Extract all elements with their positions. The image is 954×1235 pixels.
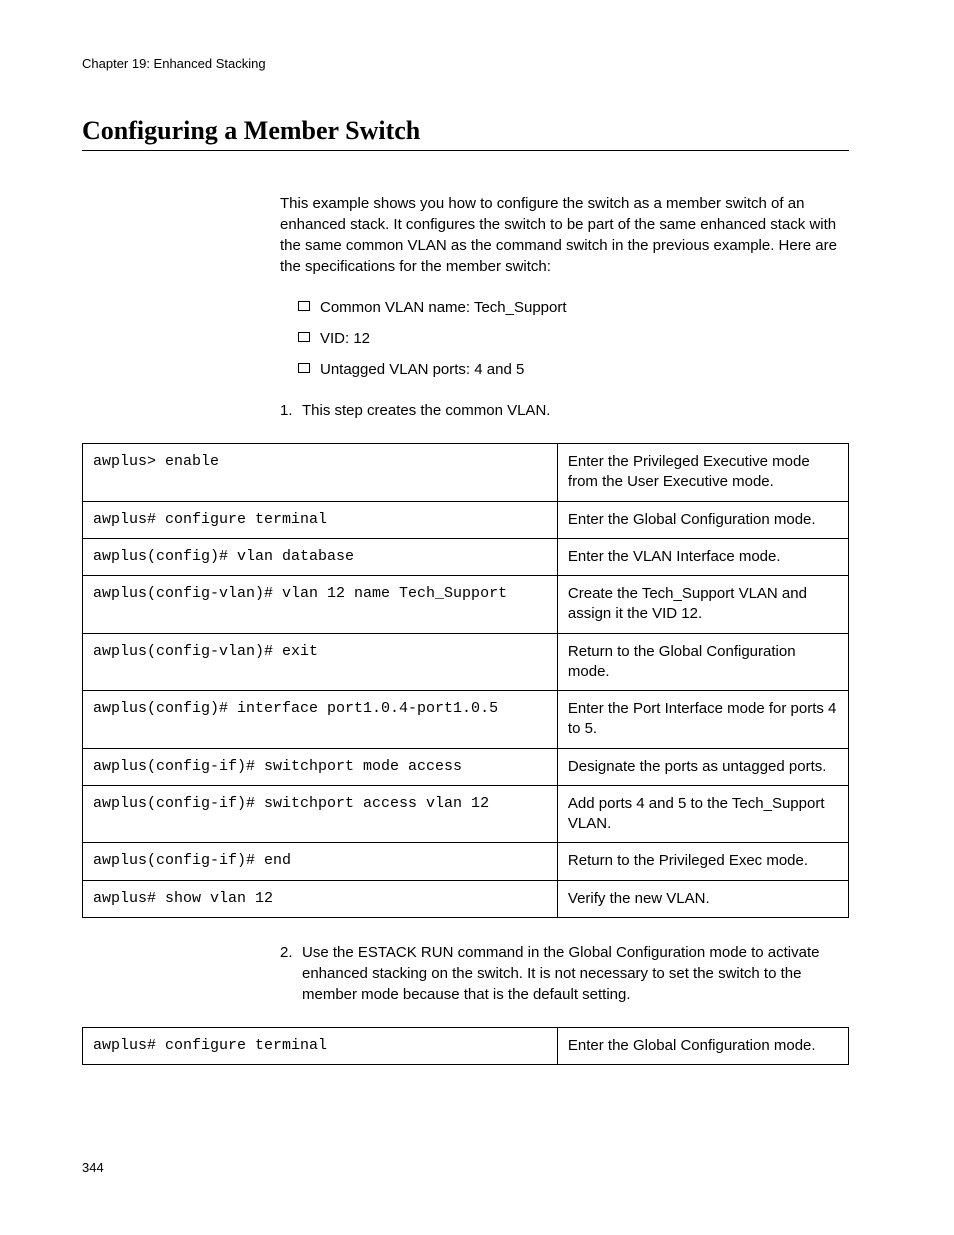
command-cell: awplus# show vlan 12 <box>83 880 558 917</box>
command-table-2: awplus# configure terminal Enter the Glo… <box>82 1027 849 1065</box>
step-1: 1. This step creates the common VLAN. <box>280 400 849 421</box>
intro-block: This example shows you how to configure … <box>280 193 849 421</box>
step-list: 2. Use the ESTACK RUN command in the Glo… <box>280 942 849 1005</box>
description-cell: Enter the Global Configuration mode. <box>557 1027 848 1064</box>
table-row: awplus(config-if)# switchport mode acces… <box>83 748 849 785</box>
table-row: awplus# configure terminal Enter the Glo… <box>83 501 849 538</box>
table-row: awplus(config)# vlan database Enter the … <box>83 538 849 575</box>
spec-item: Common VLAN name: Tech_Support <box>298 297 849 318</box>
step-text: This step creates the common VLAN. <box>302 402 550 419</box>
spec-item: Untagged VLAN ports: 4 and 5 <box>298 359 849 380</box>
description-cell: Verify the new VLAN. <box>557 880 848 917</box>
page-number: 344 <box>82 1160 104 1175</box>
step-number: 1. <box>280 400 293 421</box>
command-cell: awplus(config-vlan)# exit <box>83 633 558 691</box>
table-row: awplus# show vlan 12 Verify the new VLAN… <box>83 880 849 917</box>
step-number: 2. <box>280 942 293 963</box>
command-cell: awplus(config-if)# end <box>83 843 558 880</box>
command-cell: awplus(config-if)# switchport access vla… <box>83 785 558 843</box>
table-row: awplus(config-vlan)# vlan 12 name Tech_S… <box>83 576 849 634</box>
description-cell: Enter the VLAN Interface mode. <box>557 538 848 575</box>
step-text: Use the ESTACK RUN command in the Global… <box>302 944 819 1003</box>
table-row: awplus(config-if)# end Return to the Pri… <box>83 843 849 880</box>
command-cell: awplus(config-if)# switchport mode acces… <box>83 748 558 785</box>
command-cell: awplus(config)# vlan database <box>83 538 558 575</box>
intro-paragraph: This example shows you how to configure … <box>280 193 849 277</box>
description-cell: Enter the Global Configuration mode. <box>557 501 848 538</box>
description-cell: Enter the Port Interface mode for ports … <box>557 691 848 749</box>
description-cell: Enter the Privileged Executive mode from… <box>557 444 848 502</box>
command-cell: awplus> enable <box>83 444 558 502</box>
command-cell: awplus(config-vlan)# vlan 12 name Tech_S… <box>83 576 558 634</box>
description-cell: Return to the Global Configuration mode. <box>557 633 848 691</box>
command-cell: awplus# configure terminal <box>83 1027 558 1064</box>
spec-item: VID: 12 <box>298 328 849 349</box>
table-row: awplus(config-vlan)# exit Return to the … <box>83 633 849 691</box>
description-cell: Create the Tech_Support VLAN and assign … <box>557 576 848 634</box>
description-cell: Designate the ports as untagged ports. <box>557 748 848 785</box>
step-list: 1. This step creates the common VLAN. <box>280 400 849 421</box>
section-title: Configuring a Member Switch <box>82 116 849 151</box>
table-row: awplus# configure terminal Enter the Glo… <box>83 1027 849 1064</box>
spec-list: Common VLAN name: Tech_Support VID: 12 U… <box>298 297 849 380</box>
chapter-header: Chapter 19: Enhanced Stacking <box>82 56 849 71</box>
step2-block: 2. Use the ESTACK RUN command in the Glo… <box>280 942 849 1005</box>
table-row: awplus(config)# interface port1.0.4-port… <box>83 691 849 749</box>
table-row: awplus(config-if)# switchport access vla… <box>83 785 849 843</box>
command-cell: awplus# configure terminal <box>83 501 558 538</box>
description-cell: Return to the Privileged Exec mode. <box>557 843 848 880</box>
step-2: 2. Use the ESTACK RUN command in the Glo… <box>280 942 849 1005</box>
description-cell: Add ports 4 and 5 to the Tech_Support VL… <box>557 785 848 843</box>
command-table-1: awplus> enable Enter the Privileged Exec… <box>82 443 849 918</box>
command-cell: awplus(config)# interface port1.0.4-port… <box>83 691 558 749</box>
table-row: awplus> enable Enter the Privileged Exec… <box>83 444 849 502</box>
